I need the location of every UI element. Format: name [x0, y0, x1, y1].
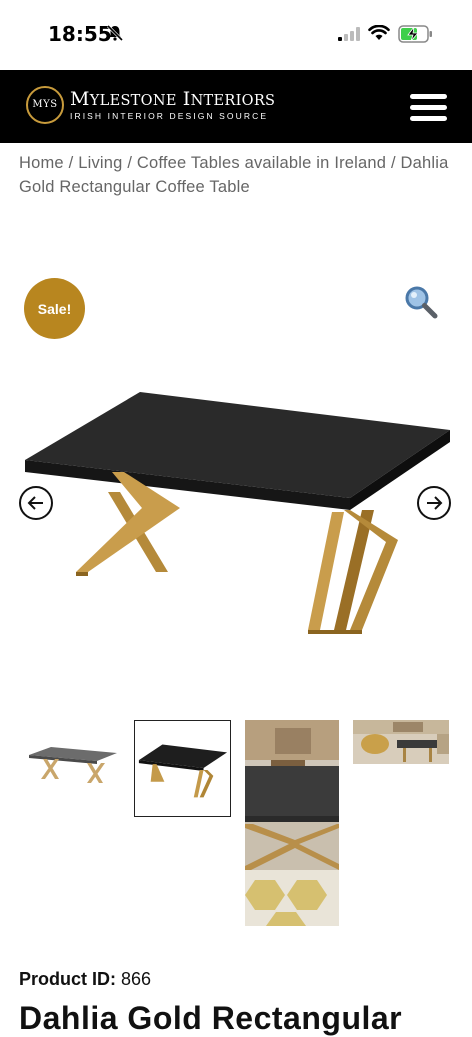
battery-charging-icon [398, 25, 432, 43]
status-time: 18:55 [48, 22, 112, 46]
thumbnail-3[interactable] [245, 720, 339, 926]
brand-name[interactable]: MYLESTONE INTERIORS [70, 88, 275, 110]
wifi-icon [368, 25, 390, 40]
arrow-right-icon[interactable] [417, 486, 451, 520]
site-header: MYS MYLESTONE INTERIORS IRISH INTERIOR D… [0, 70, 472, 143]
product-main-image[interactable] [20, 380, 460, 640]
breadcrumb-separator: / [68, 154, 79, 172]
breadcrumb-living[interactable]: Living [78, 154, 122, 172]
thumbnail-1[interactable] [25, 721, 121, 817]
magnifier-icon[interactable] [403, 284, 439, 320]
signal-icon [338, 27, 360, 41]
breadcrumb-home[interactable]: Home [19, 154, 64, 172]
hamburger-menu-icon[interactable] [410, 94, 447, 122]
breadcrumb-coffee-tables[interactable]: Coffee Tables available in Ireland [137, 154, 386, 172]
sale-badge-label: Sale! [37, 300, 72, 317]
thumbnail-2-selected[interactable] [134, 720, 231, 817]
breadcrumb-separator: / [127, 154, 137, 172]
logo-badge-text: MYS [32, 99, 58, 110]
sale-badge: Sale! [24, 278, 85, 339]
product-id: Product ID: 866 [19, 969, 151, 990]
bell-muted-icon [106, 24, 124, 42]
brand-tagline: IRISH INTERIOR DESIGN SOURCE [70, 111, 269, 121]
product-title: Dahlia Gold Rectangular [19, 1000, 403, 1036]
status-bar: 18:55 [0, 0, 472, 70]
breadcrumb: Home / Living / Coffee Tables available … [19, 151, 459, 199]
thumbnail-4[interactable] [353, 720, 449, 764]
breadcrumb-separator: / [390, 154, 401, 172]
arrow-left-icon[interactable] [19, 486, 53, 520]
product-id-value: 866 [121, 969, 152, 989]
product-id-label: Product ID: [19, 969, 116, 989]
logo-badge[interactable]: MYS [26, 86, 64, 124]
